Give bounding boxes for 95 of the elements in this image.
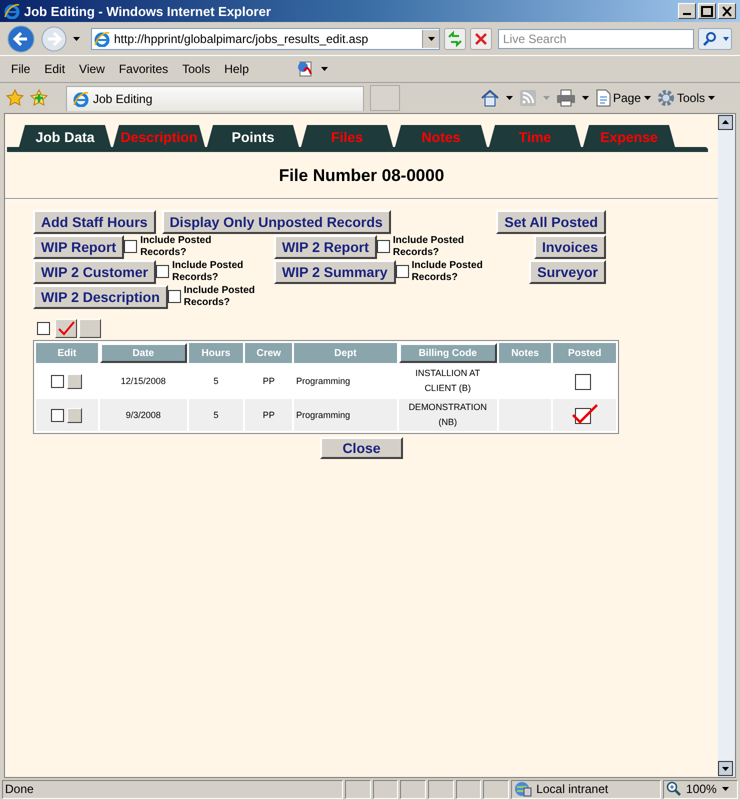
search-field[interactable]: Live Search	[498, 28, 694, 48]
checkbox[interactable]	[376, 240, 390, 253]
scrollbar[interactable]	[718, 114, 735, 777]
dropdown-caret-icon[interactable]	[320, 65, 329, 73]
action-button[interactable]: WIP 2 Description	[33, 285, 168, 309]
action-button[interactable]: Set All Posted	[496, 210, 606, 234]
menu-item[interactable]: Tools	[175, 62, 218, 76]
action-button[interactable]: WIP 2 Report	[274, 235, 377, 259]
network-icon	[514, 781, 532, 797]
dropdown-caret-icon	[642, 94, 652, 102]
window-title: Job Editing - Windows Internet Explorer	[24, 4, 272, 18]
dropdown-caret-icon[interactable]	[580, 94, 590, 102]
tab[interactable]: Points	[207, 125, 299, 147]
row-checkbox[interactable]	[51, 374, 64, 388]
stop-button[interactable]	[470, 28, 492, 50]
option-label: Include Posted Records?	[184, 285, 256, 309]
zoom-control[interactable]: 100%	[663, 780, 738, 798]
gear-icon	[656, 89, 675, 107]
status-panel	[344, 780, 371, 798]
close-button[interactable]: Close	[320, 437, 403, 459]
option-label: Include Posted Records?	[140, 235, 212, 259]
option-label: Include Posted Records?	[412, 260, 484, 284]
browser-tab[interactable]: Job Editing	[66, 86, 364, 110]
dropdown-caret-icon[interactable]	[72, 34, 81, 42]
status-panel	[456, 780, 482, 798]
home-icon[interactable]	[480, 89, 500, 107]
menu-item[interactable]: Favorites	[112, 62, 176, 76]
table-cell: 5	[188, 399, 244, 431]
search-button[interactable]	[698, 28, 732, 50]
toggle-button[interactable]	[55, 319, 77, 338]
back-button[interactable]	[6, 24, 36, 54]
menu-item[interactable]: Edit	[37, 62, 72, 76]
menu-item[interactable]: File	[4, 62, 38, 76]
minimize-button[interactable]	[678, 3, 696, 19]
zoom-icon	[666, 781, 682, 797]
action-button[interactable]: WIP Report	[33, 235, 124, 259]
column-header: Dept	[294, 343, 397, 363]
option-label: Include Posted Records?	[392, 235, 465, 259]
table-cell: 9/3/2008	[100, 399, 187, 431]
column-header: Posted	[553, 343, 616, 363]
action-button[interactable]: WIP 2 Summary	[274, 260, 396, 284]
status-panel	[400, 780, 426, 798]
page-icon	[73, 90, 89, 106]
menu-item[interactable]: View	[72, 62, 112, 76]
page-menu[interactable]: Page	[594, 89, 652, 107]
column-header: Crew	[245, 343, 292, 363]
pdf-document-icon[interactable]	[296, 60, 314, 78]
zone-text: Local intranet	[536, 782, 608, 796]
close-button[interactable]	[718, 3, 736, 19]
checkbox[interactable]	[124, 240, 138, 253]
edit-button[interactable]	[67, 408, 82, 422]
checkbox[interactable]	[156, 265, 170, 278]
maximize-button[interactable]	[698, 3, 716, 19]
row-checkbox[interactable]	[51, 408, 64, 422]
table-cell: DEMONSTRATION (NB)	[398, 399, 497, 431]
close-icon	[722, 6, 732, 16]
table-cell: Programming	[294, 399, 397, 431]
menu-item[interactable]: Help	[217, 62, 256, 76]
status-panel	[428, 780, 454, 798]
checkbox[interactable]	[396, 265, 409, 278]
tab[interactable]: Job Data	[19, 125, 111, 147]
option-label: Include Posted Records?	[172, 260, 244, 284]
column-header: Hours	[188, 343, 244, 363]
table-cell: PP	[245, 399, 292, 431]
action-button[interactable]: Display Only Unposted Records	[162, 210, 391, 234]
dropdown-caret-icon	[720, 785, 730, 793]
action-button[interactable]: Surveyor	[529, 260, 606, 284]
page-icon	[94, 30, 110, 46]
toggle-button[interactable]	[79, 319, 101, 338]
action-button[interactable]: Invoices	[534, 235, 606, 259]
column-header: Notes	[498, 343, 552, 363]
checkbox[interactable]	[168, 290, 181, 303]
column-header: Edit	[36, 343, 98, 363]
status-panel	[372, 780, 398, 798]
maximize-icon	[701, 6, 713, 16]
dropdown-caret-icon[interactable]	[504, 94, 514, 102]
page-icon	[594, 89, 611, 107]
action-button[interactable]: WIP 2 Customer	[33, 260, 156, 284]
status-text: Done	[2, 780, 343, 798]
dropdown-caret-icon	[707, 94, 716, 102]
select-all-checkbox[interactable]	[37, 322, 50, 335]
star-icon[interactable]	[6, 89, 24, 107]
tools-menu[interactable]: Tools	[656, 89, 716, 107]
edit-button[interactable]	[67, 374, 82, 388]
dropdown-button[interactable]	[422, 30, 439, 48]
caret-icon	[426, 34, 436, 42]
printer-icon[interactable]	[556, 89, 576, 107]
status-panel	[483, 780, 510, 798]
address-field[interactable]: http://hpprint/globalpimarc/jobs_results_edit.asp	[91, 28, 440, 50]
action-button[interactable]: Add Staff Hours	[33, 210, 156, 234]
refresh-button[interactable]	[444, 28, 466, 50]
posted-checkbox[interactable]	[572, 404, 598, 424]
minimize-icon	[683, 13, 691, 15]
page-heading: File Number 08-0000	[278, 166, 446, 186]
browser-logo-icon	[4, 3, 20, 19]
